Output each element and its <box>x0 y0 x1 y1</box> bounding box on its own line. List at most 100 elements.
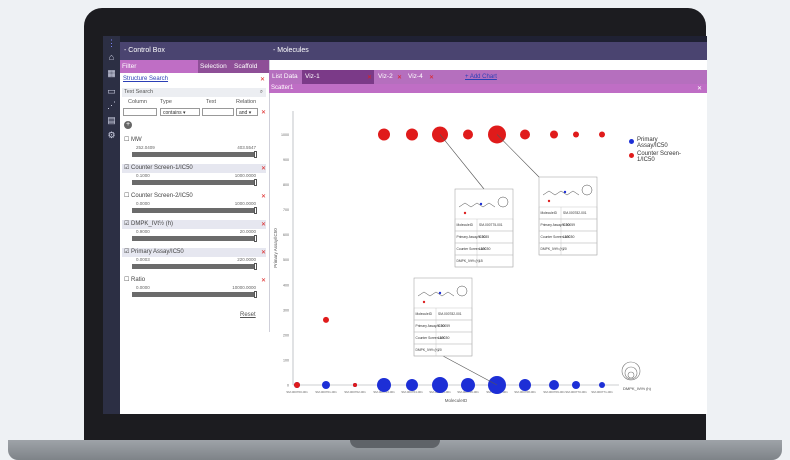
primary-point[interactable] <box>519 379 531 391</box>
legend-primary[interactable]: Primary Assay/IC50 <box>629 137 689 149</box>
counter-point[interactable] <box>599 131 605 138</box>
filter-max: 403.5547 <box>237 145 256 150</box>
range-slider[interactable] <box>132 207 257 214</box>
filter-label[interactable]: ☐ Ratio <box>122 276 266 285</box>
text-search-label: Text Search <box>124 89 154 95</box>
primary-point[interactable] <box>432 377 448 393</box>
close-icon[interactable]: ✕ <box>261 221 266 228</box>
tab-selection[interactable]: Selection <box>200 60 227 73</box>
tooltip-value: 15 <box>479 259 483 263</box>
counter-point[interactable] <box>353 383 357 387</box>
y-tick-label: 900 <box>283 158 289 162</box>
tab-viz-1[interactable]: Viz-1 <box>302 70 374 84</box>
chart-icon[interactable]: ⋰ <box>106 100 117 110</box>
filter-label[interactable]: ☑ DMPK_IVt½ (h) <box>122 220 266 229</box>
column-select[interactable] <box>123 108 157 116</box>
structure-search-link[interactable]: Structure Search <box>123 76 168 82</box>
tooltip-leader <box>439 134 485 190</box>
filter-label[interactable]: ☐ MW <box>122 136 266 145</box>
tab-list-data[interactable]: List Data <box>269 70 302 84</box>
relation-header: Relation <box>236 99 257 105</box>
filter-counter-screen-1: ☑ Counter Screen-1/IC50 0.1000 1000.0000 … <box>122 164 266 186</box>
tooltip-value: 1000 <box>479 247 487 251</box>
primary-point[interactable] <box>599 382 605 388</box>
filter-label[interactable]: ☑ Primary Assay/IC50 <box>122 248 266 257</box>
counter-point[interactable] <box>573 131 579 138</box>
primary-point[interactable] <box>322 381 330 389</box>
filter-mw: ☐ MW 252.0409 403.5547 <box>122 136 266 158</box>
text-search-header: Text Search ⌕ <box>122 88 266 97</box>
molecule-atom <box>463 211 467 215</box>
home-icon[interactable]: ⌂ <box>106 52 117 62</box>
filter-name: Primary Assay/IC50 <box>131 249 184 255</box>
remove-row-icon[interactable]: ✕ <box>261 109 266 116</box>
primary-point[interactable] <box>572 381 580 389</box>
legend-counter[interactable]: Counter Screen-1/IC50 <box>629 151 689 163</box>
tooltip-leader <box>496 134 540 178</box>
primary-point[interactable] <box>377 378 391 392</box>
close-icon[interactable]: ✕ <box>261 193 266 200</box>
image-icon[interactable]: ▭ <box>106 86 117 96</box>
filter-label[interactable]: ☐ Counter Screen-2/IC50 <box>122 192 266 201</box>
grid-icon[interactable]: ▦ <box>106 68 117 78</box>
x-tick-label: SM-000769-001 <box>543 390 565 394</box>
close-icon[interactable]: ✕ <box>260 76 265 83</box>
tooltip-key: DMPK_IVt½ (h) <box>416 348 439 352</box>
counter-point[interactable] <box>463 129 473 140</box>
y-tick-label: 500 <box>283 258 289 262</box>
primary-point[interactable] <box>549 380 559 390</box>
column-header: Column <box>128 99 147 105</box>
counter-point[interactable] <box>406 128 418 141</box>
filter-dmpk: ☑ DMPK_IVt½ (h) 0.9000 20.0000 ✕ <box>122 220 266 242</box>
x-tick-label: SM-000762-001 <box>344 390 366 394</box>
tooltip-value: 0.0035 <box>479 235 489 239</box>
size-legend-circle <box>621 361 641 381</box>
relation-value: and <box>239 110 248 116</box>
primary-point[interactable] <box>406 379 418 391</box>
molecule-atom <box>438 291 442 295</box>
control-box-title[interactable]: - Control Box <box>120 42 269 60</box>
tab-scaffold[interactable]: Scaffold <box>234 60 257 73</box>
table-icon[interactable]: ▤ <box>106 115 117 125</box>
relation-select[interactable]: and ▾ <box>236 108 258 116</box>
close-icon[interactable]: ✕ <box>261 165 266 172</box>
counter-point[interactable] <box>378 128 390 141</box>
filter-min: 0.0000 <box>136 285 150 290</box>
range-slider[interactable] <box>132 235 257 242</box>
filter-label[interactable]: ☑ Counter Screen-1/IC50 <box>122 164 266 173</box>
text-input[interactable] <box>202 108 234 116</box>
x-tick-label: SM-000770-001 <box>565 390 587 394</box>
counter-point[interactable] <box>323 316 329 323</box>
search-icon[interactable]: ⌕ <box>260 88 263 97</box>
range-slider[interactable] <box>132 151 257 158</box>
filter-min: 252.0409 <box>136 145 155 150</box>
legend-label: Primary Assay/IC50 <box>637 137 668 149</box>
add-row-button[interactable]: + <box>124 121 132 129</box>
type-value: contains <box>163 110 182 116</box>
counter-point[interactable] <box>294 382 300 388</box>
tab-filter[interactable]: Filter <box>120 60 198 73</box>
close-tab-icon[interactable]: ✕ <box>367 74 372 81</box>
y-tick-label: 100 <box>283 358 289 362</box>
filter-name: MW <box>131 137 142 143</box>
molecule-atom <box>563 190 567 194</box>
reset-link[interactable]: Reset <box>240 312 256 318</box>
range-slider[interactable] <box>132 291 257 298</box>
filter-max: 220.0000 <box>237 257 256 262</box>
primary-point[interactable] <box>461 378 475 392</box>
counter-point[interactable] <box>520 129 530 140</box>
settings-icon[interactable]: ⚙ <box>106 130 117 140</box>
y-tick-label: 700 <box>283 208 289 212</box>
add-chart-link[interactable]: + Add Chart <box>465 70 497 84</box>
range-slider[interactable] <box>132 263 257 270</box>
type-select[interactable]: contains ▾ <box>160 108 200 116</box>
scatter-title-text: Scatter1 <box>271 85 294 91</box>
tooltip-value: SM-000782-001 <box>438 312 462 316</box>
counter-point[interactable] <box>550 130 558 139</box>
range-slider[interactable] <box>132 179 257 186</box>
close-icon[interactable]: ✕ <box>261 249 266 256</box>
close-tab-icon[interactable]: ✕ <box>429 74 434 81</box>
close-tab-icon[interactable]: ✕ <box>397 74 402 81</box>
molecules-title[interactable]: - Molecules <box>269 42 707 60</box>
close-icon[interactable]: ✕ <box>261 277 266 284</box>
